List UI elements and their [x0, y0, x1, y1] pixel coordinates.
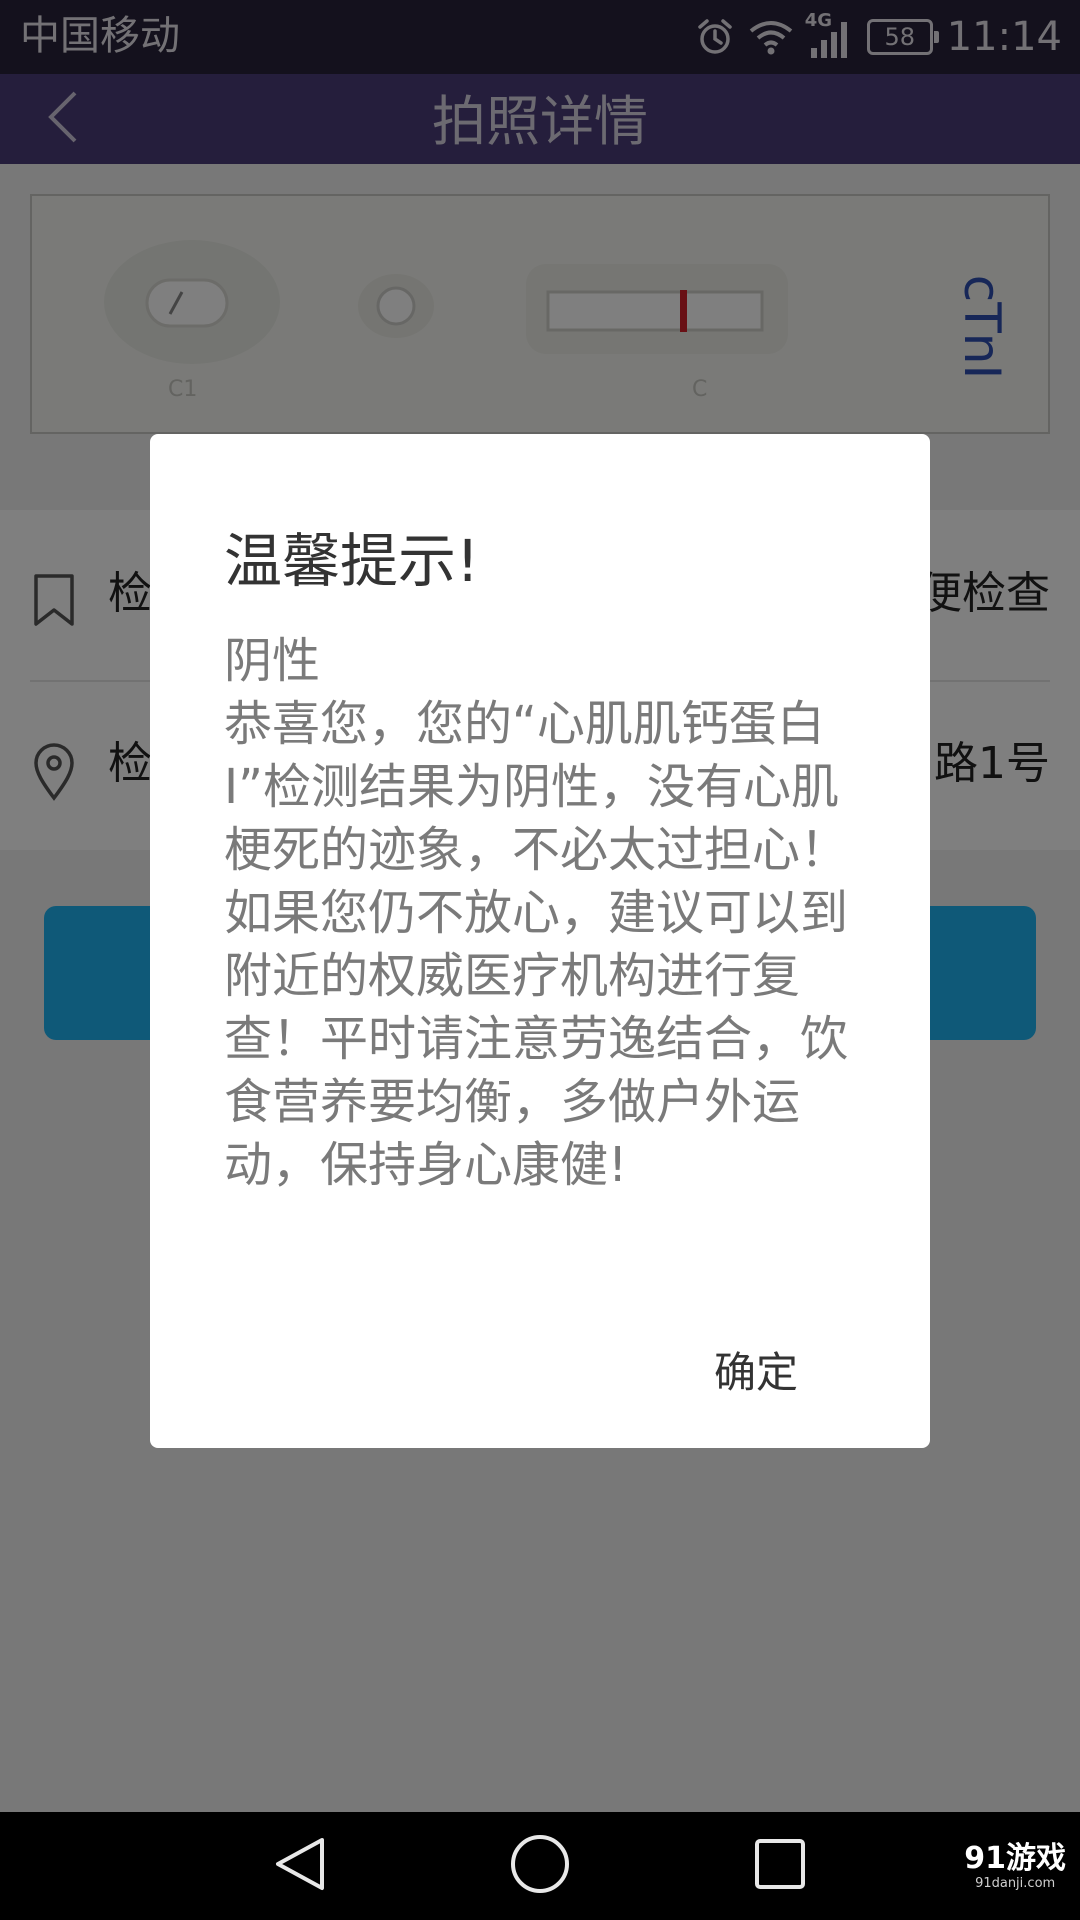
watermark-logo: 91游戏 91danji.com — [964, 1842, 1066, 1892]
watermark-sub: 91danji.com — [975, 1876, 1056, 1891]
nav-back-button[interactable] — [260, 1830, 340, 1902]
nav-home-button[interactable] — [500, 1830, 580, 1902]
back-triangle-icon — [272, 1834, 328, 1898]
navigation-bar: 91游戏 91danji.com — [0, 1812, 1080, 1920]
watermark-main: 91游戏 — [964, 1841, 1066, 1876]
dialog-title: 温馨提示! — [224, 527, 480, 595]
confirm-button[interactable]: 确定 — [676, 1338, 836, 1408]
dialog-message: 阴性 恭喜您，您的“心肌肌钙蛋白I”检测结果为阴性，没有心肌梗死的迹象，不必太过… — [224, 633, 849, 1193]
recents-square-icon — [753, 1837, 807, 1895]
nav-recents-button[interactable] — [740, 1830, 820, 1902]
home-circle-icon — [509, 1833, 571, 1899]
alert-dialog: 温馨提示! 阴性 恭喜您，您的“心肌肌钙蛋白I”检测结果为阴性，没有心肌梗死的迹… — [150, 434, 930, 1448]
